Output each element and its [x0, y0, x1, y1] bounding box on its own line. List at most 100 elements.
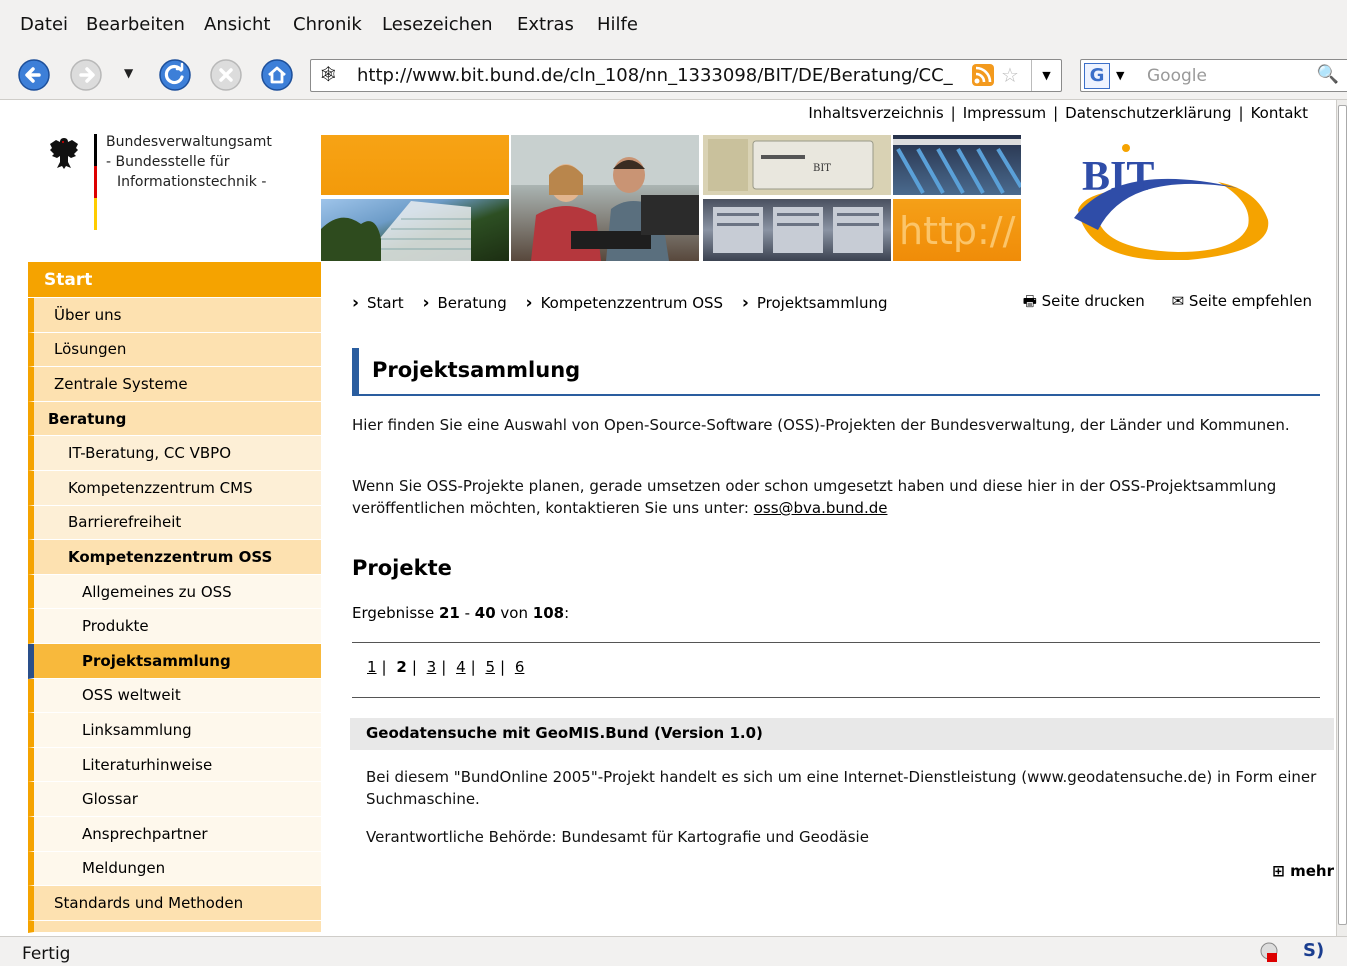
sidebar-item-it-beratung[interactable]: IT-Beratung, CC VBPO: [28, 436, 321, 471]
header-links: Inhaltsverzeichnis | Impressum | Datenschutz…: [808, 104, 1308, 122]
breadcrumb-start[interactable]: Start: [352, 294, 404, 312]
envelope-icon: ✉: [1171, 292, 1185, 310]
bit-logo[interactable]: BIT: [1068, 140, 1278, 261]
print-page-link[interactable]: 🖶 Seite drucken: [1023, 292, 1145, 310]
sidebar-item-loesungen[interactable]: Lösungen: [28, 332, 321, 368]
page-current-2: 2: [396, 658, 407, 676]
link-kontakt[interactable]: Kontakt: [1251, 104, 1308, 122]
skype-status-icon[interactable]: S): [1303, 940, 1324, 961]
sidebar-item-start[interactable]: Start: [28, 262, 321, 298]
breadcrumb-beratung[interactable]: Beratung: [422, 294, 506, 312]
search-engine-dropdown-icon[interactable]: ▼: [1116, 69, 1124, 82]
page-title-box: Projektsammlung: [352, 348, 1320, 396]
home-icon: [261, 59, 293, 91]
browser-statusbar: Fertig S): [0, 936, 1347, 966]
breadcrumb-kompetenzzentrum-oss[interactable]: Kompetenzzentrum OSS: [526, 294, 724, 312]
url-text[interactable]: http://www.bit.bund.de/cln_108/nn_133309…: [357, 65, 957, 86]
section-title-projekte: Projekte: [352, 556, 452, 580]
forward-button[interactable]: [68, 57, 104, 93]
stop-icon: [210, 59, 242, 91]
home-button[interactable]: [259, 57, 295, 93]
browser-menubar: Datei Bearbeiten Ansicht Chronik Lesezei…: [0, 0, 1347, 50]
results-count: Ergebnisse 21 - 40 von 108:: [352, 604, 570, 622]
bva-logo[interactable]: Bundesverwaltungsamt - Bundesstelle für …: [28, 130, 278, 230]
addon-status-icon[interactable]: [1258, 941, 1280, 963]
project-title[interactable]: Geodatensuche mit GeoMIS.Bund (Version 1…: [366, 724, 763, 742]
page-link-3[interactable]: 3: [427, 658, 437, 676]
more-link[interactable]: ⊞ mehr: [1272, 862, 1334, 880]
sidebar-item-cut-off[interactable]: [28, 920, 321, 933]
sidebar-item-produkte[interactable]: Produkte: [28, 609, 321, 644]
search-icon[interactable]: 🔍: [1317, 64, 1339, 85]
sidebar-item-ansprechpartner[interactable]: Ansprechpartner: [28, 816, 321, 852]
page-title: Projektsammlung: [372, 358, 581, 382]
banner-orange-tile: [321, 135, 509, 195]
page-link-1[interactable]: 1: [367, 658, 377, 676]
federal-eagle-icon: [50, 138, 78, 169]
page-link-5[interactable]: 5: [485, 658, 495, 676]
banner-servers-image: [703, 199, 891, 261]
sidebar-item-linksammlung[interactable]: Linksammlung: [28, 713, 321, 748]
reload-icon: [159, 59, 191, 91]
menu-extras[interactable]: Extras: [517, 14, 574, 35]
menu-hilfe[interactable]: Hilfe: [597, 14, 638, 35]
contact-email-link[interactable]: oss@bva.bund.de: [754, 499, 888, 517]
sidebar-item-oss-weltweit[interactable]: OSS weltweit: [28, 678, 321, 714]
intro-paragraph: Hier finden Sie eine Auswahl von Open-So…: [352, 416, 1290, 434]
stop-button[interactable]: [208, 57, 244, 93]
sidebar-item-literaturhinweise[interactable]: Literaturhinweise: [28, 747, 321, 783]
scrollbar-thumb[interactable]: [1338, 105, 1347, 925]
site-identity-icon[interactable]: 🕸: [319, 65, 341, 87]
menu-bearbeiten[interactable]: Bearbeiten: [86, 14, 185, 35]
address-bar[interactable]: 🕸 http://www.bit.bund.de/cln_108/nn_1333…: [310, 59, 1062, 92]
menu-ansicht[interactable]: Ansicht: [204, 14, 270, 35]
sidebar-item-meldungen[interactable]: Meldungen: [28, 851, 321, 887]
forward-arrow-icon: [70, 59, 102, 91]
browser-toolbar: ▼ 🕸 http://www.bit.bund.de/cln_108/nn_13…: [0, 50, 1347, 100]
sidebar-item-kompetenzzentrum-cms[interactable]: Kompetenzzentrum CMS: [28, 470, 321, 506]
back-button[interactable]: [16, 57, 52, 93]
search-bar[interactable]: G ▼ Google 🔍: [1080, 59, 1347, 92]
banner-people-at-computer-image: [511, 135, 699, 261]
page-actions: 🖶 Seite drucken ✉ Seite empfehlen: [1001, 291, 1312, 316]
sidebar-nav: Start Über uns Lösungen Zentrale Systeme…: [28, 262, 321, 933]
banner-building-image: [321, 199, 509, 261]
url-history-dropdown-icon[interactable]: ▼: [1031, 60, 1061, 91]
reload-button[interactable]: [157, 57, 193, 93]
page-viewport: Inhaltsverzeichnis | Impressum | Datenschutz…: [0, 100, 1336, 936]
breadcrumb-current: Projektsammlung: [742, 294, 888, 312]
sidebar-item-allgemeines-oss[interactable]: Allgemeines zu OSS: [28, 574, 321, 610]
menu-datei[interactable]: Datei: [20, 14, 68, 35]
bit-swoosh-icon: BIT: [1074, 144, 1269, 261]
divider: [352, 697, 1320, 698]
back-arrow-icon: [18, 59, 50, 91]
menu-lesezeichen[interactable]: Lesezeichen: [382, 14, 493, 35]
project-authority: Verantwortliche Behörde: Bundesamt für K…: [366, 828, 869, 846]
bookmark-star-icon[interactable]: ☆: [1001, 63, 1019, 87]
sidebar-item-projektsammlung[interactable]: Projektsammlung: [28, 643, 321, 679]
link-datenschutz[interactable]: Datenschutzerklärung: [1065, 104, 1231, 122]
breadcrumb: Start Beratung Kompetenzzentrum OSS Proj…: [352, 293, 902, 313]
rss-feed-icon[interactable]: [971, 63, 995, 87]
sidebar-item-barrierefreiheit[interactable]: Barrierefreiheit: [28, 505, 321, 541]
page-link-6[interactable]: 6: [515, 658, 525, 676]
sidebar-item-ueber-uns[interactable]: Über uns: [28, 298, 321, 333]
vertical-scrollbar[interactable]: [1336, 100, 1347, 936]
search-placeholder[interactable]: Google: [1147, 66, 1207, 86]
menu-chronik[interactable]: Chronik: [293, 14, 362, 35]
recommend-page-link[interactable]: ✉ Seite empfehlen: [1172, 292, 1312, 310]
sidebar-item-kompetenzzentrum-oss[interactable]: Kompetenzzentrum OSS: [28, 540, 321, 575]
history-dropdown-icon[interactable]: ▼: [124, 66, 133, 80]
link-impressum[interactable]: Impressum: [963, 104, 1046, 122]
svg-text:BIT: BIT: [813, 163, 831, 174]
sidebar-item-beratung[interactable]: Beratung: [28, 401, 321, 437]
logo-text: Bundesverwaltungsamt - Bundesstelle für …: [106, 134, 272, 190]
link-inhaltsverzeichnis[interactable]: Inhaltsverzeichnis: [808, 104, 943, 122]
sidebar-item-glossar[interactable]: Glossar: [28, 782, 321, 817]
search-engine-icon[interactable]: G: [1084, 63, 1110, 89]
banner-http-tile: http://: [893, 199, 1021, 261]
sidebar-item-zentrale-systeme[interactable]: Zentrale Systeme: [28, 367, 321, 402]
sidebar-item-standards-methoden[interactable]: Standards und Methoden: [28, 886, 321, 921]
page-link-4[interactable]: 4: [456, 658, 466, 676]
project-header: Geodatensuche mit GeoMIS.Bund (Version 1…: [350, 718, 1334, 750]
